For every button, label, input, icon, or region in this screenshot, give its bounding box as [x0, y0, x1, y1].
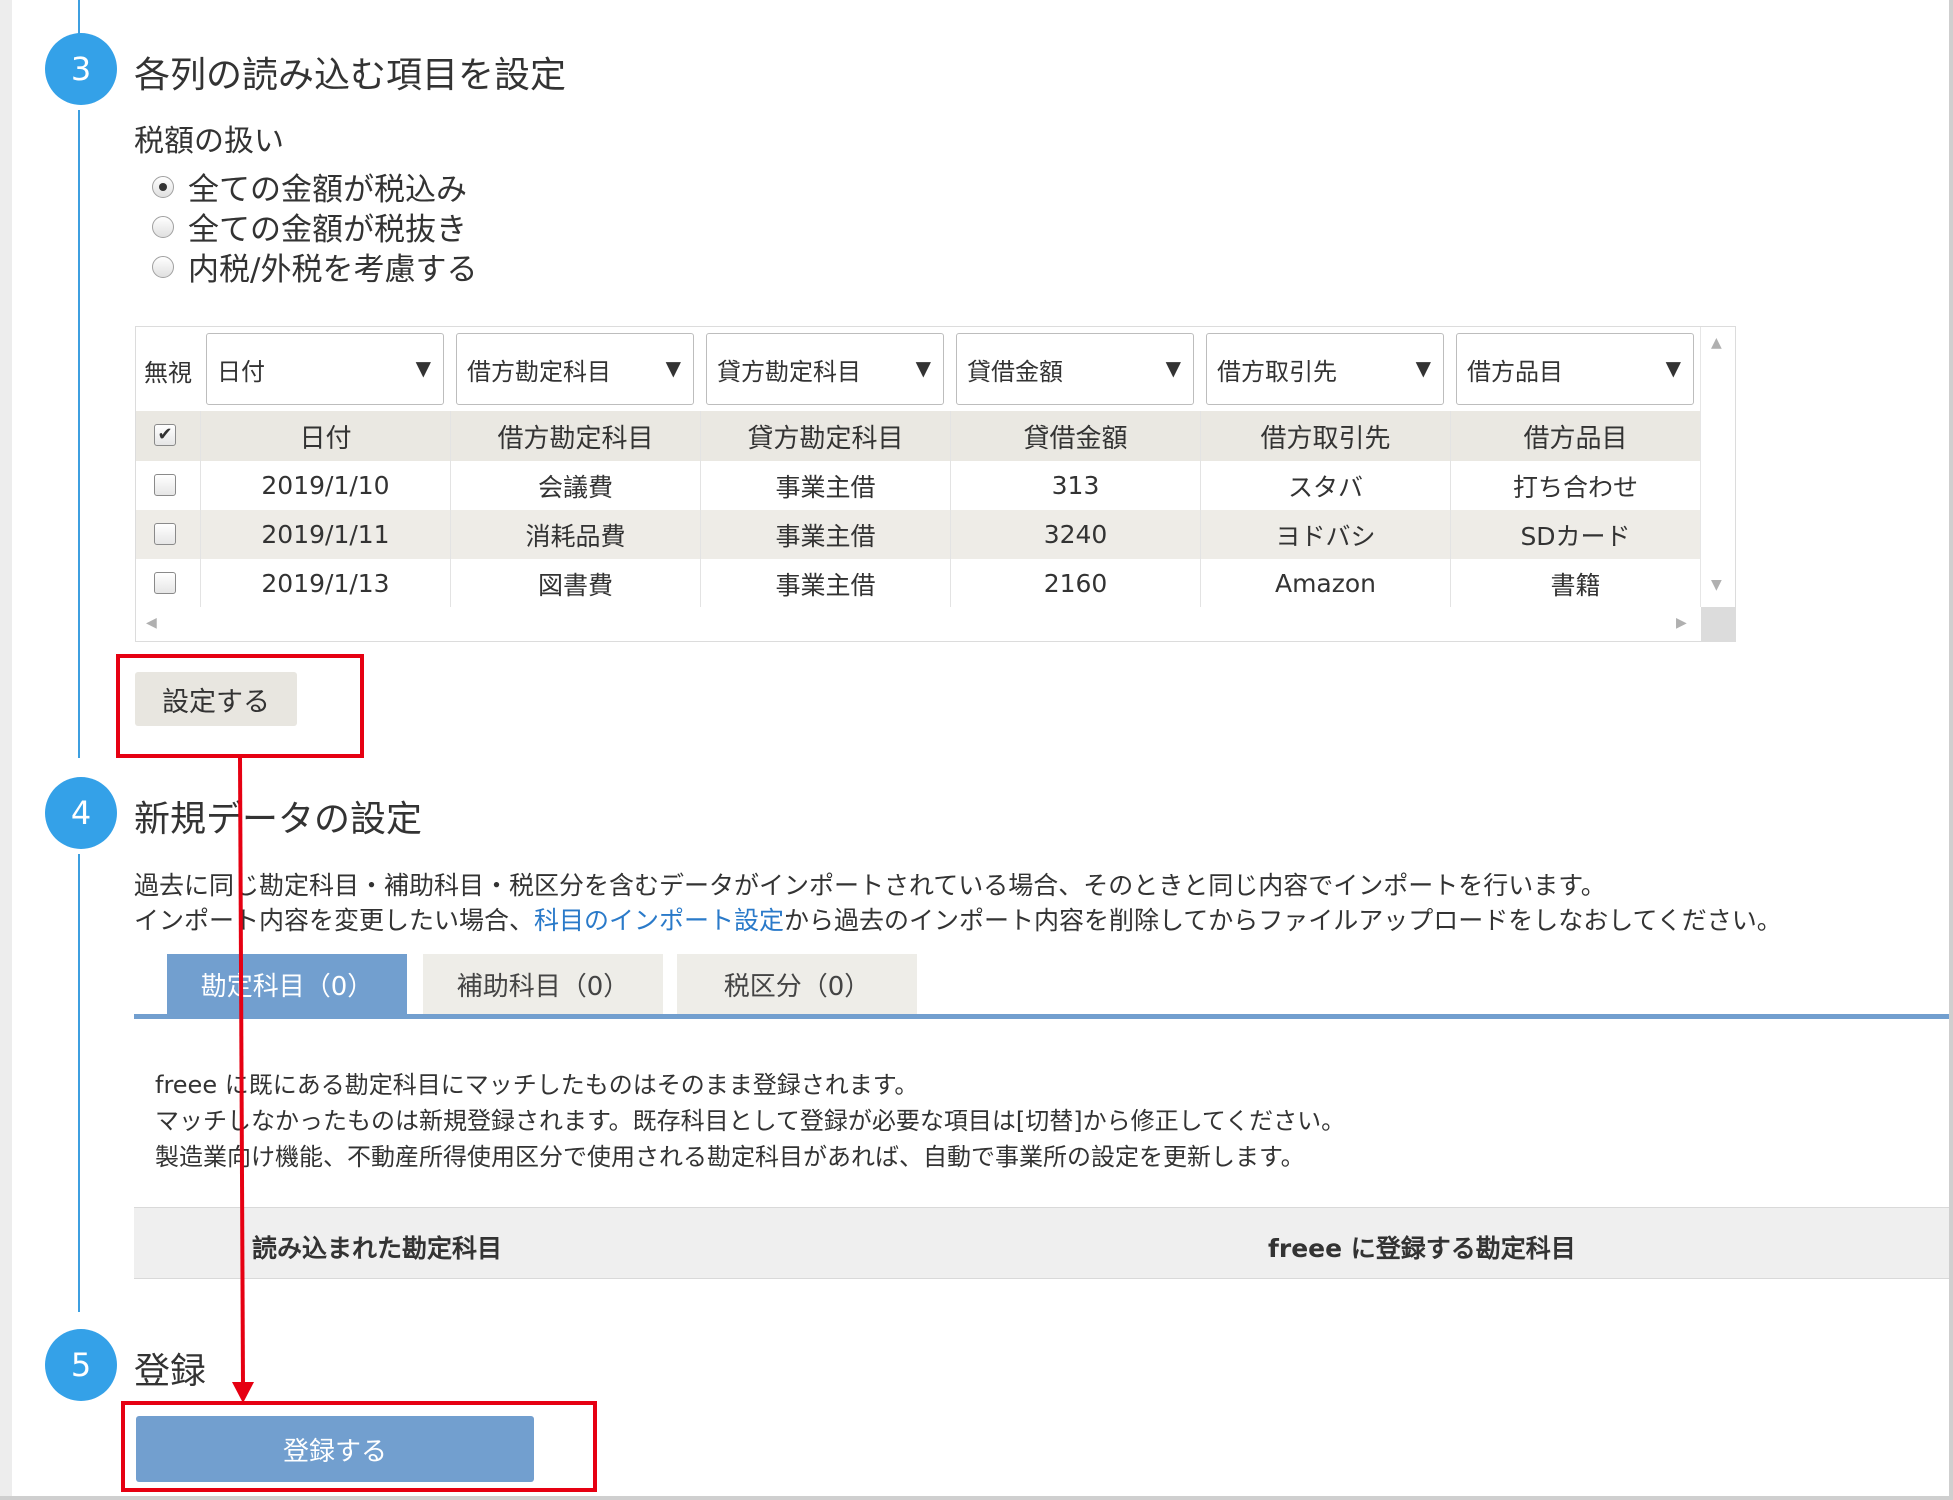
annotation-arrow: [232, 757, 254, 1403]
